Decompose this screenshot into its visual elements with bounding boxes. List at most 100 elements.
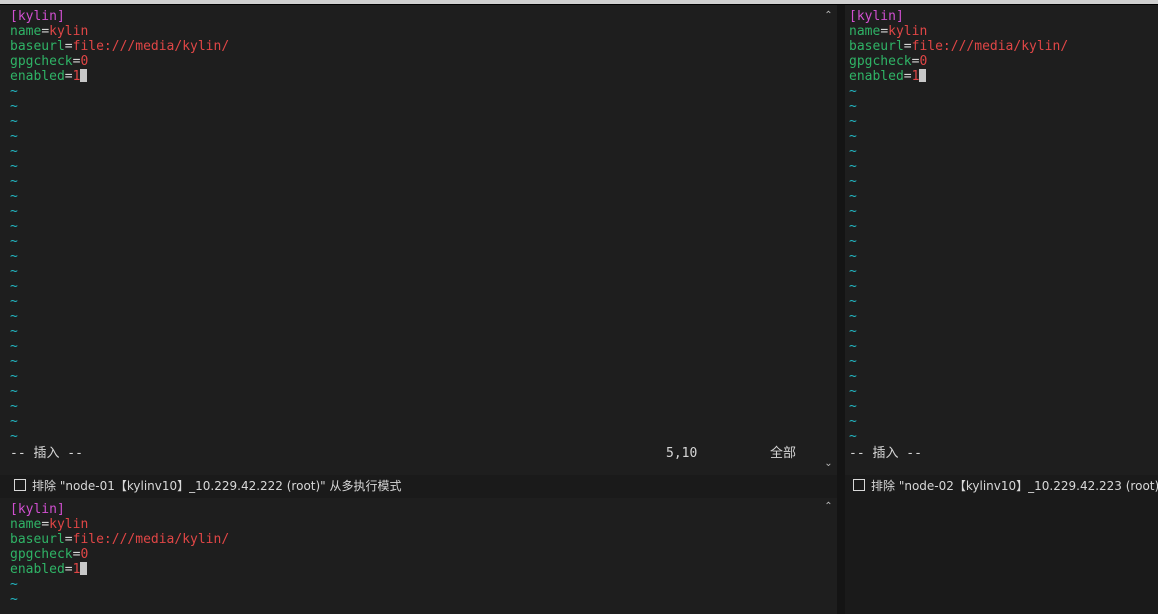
exclude-multi-exec-strip-node-02: 排除 "node-02【kylinv10】_10.229.42.223 (roo…: [845, 475, 1158, 498]
buffer-token: =: [41, 517, 50, 532]
scrollbar-node-01[interactable]: ⌃ ⌄: [820, 5, 837, 473]
empty-line-tilde: ~: [849, 219, 857, 234]
buffer-line: baseurl=file:///media/kylin/: [10, 532, 229, 547]
vim-scroll-position: 全部: [770, 446, 797, 461]
buffer-token: 0: [80, 547, 89, 562]
empty-line-tilde: ~: [10, 384, 18, 399]
buffer-line: [kylin]: [10, 9, 229, 24]
empty-line-tilde: ~: [849, 414, 857, 429]
empty-line-tilde: ~: [849, 129, 857, 144]
terminal-pane-node-01[interactable]: [kylin] name=kylin baseurl=file:///media/k…: [0, 5, 820, 473]
buffer-line: [kylin]: [10, 502, 229, 517]
buffer-token: =: [64, 39, 73, 54]
empty-line-tilde: ~: [849, 174, 857, 189]
buffer-token: baseurl: [849, 39, 904, 54]
empty-line-tilde: ~: [10, 294, 18, 309]
empty-line-tilde: ~: [10, 144, 18, 159]
buffer-token: [kylin]: [10, 502, 65, 517]
buffer-line: name=kylin: [849, 24, 1068, 39]
empty-line-tilde: ~: [10, 279, 18, 294]
buffer-line: baseurl=file:///media/kylin/: [10, 39, 229, 54]
buffer-token: =: [41, 24, 50, 39]
exclude-checkbox-node-02[interactable]: [853, 479, 865, 491]
buffer-token: kylin: [888, 24, 928, 39]
empty-line-tilde: ~: [10, 204, 18, 219]
buffer-line: gpgcheck=0: [849, 54, 1068, 69]
empty-line-tilde: ~: [10, 174, 18, 189]
vim-buffer: [kylin] name=kylin baseurl=file:///media/k…: [10, 9, 229, 444]
buffer-token: enabled: [849, 69, 904, 84]
buffer-token: file:///media/kylin/: [911, 39, 1069, 54]
empty-line-tilde: ~: [849, 309, 857, 324]
empty-line-tilde: ~: [849, 249, 857, 264]
vim-mode-indicator: -- 插入 --: [10, 446, 83, 461]
buffer-token: baseurl: [10, 532, 65, 547]
buffer-token: 0: [919, 54, 928, 69]
buffer-token: kylin: [49, 24, 89, 39]
scroll-up-icon[interactable]: ⌃: [820, 500, 837, 514]
buffer-token: name: [849, 24, 881, 39]
buffer-token: [kylin]: [849, 9, 904, 24]
empty-line-tilde: ~: [10, 399, 18, 414]
empty-line-tilde: ~: [849, 264, 857, 279]
scroll-up-icon[interactable]: ⌃: [820, 9, 837, 23]
buffer-token: 0: [80, 54, 89, 69]
empty-line-tilde: ~: [10, 99, 18, 114]
buffer-line: name=kylin: [10, 517, 229, 532]
buffer-token: 1: [911, 69, 920, 84]
empty-line-tilde: ~: [10, 309, 18, 324]
empty-line-tilde: ~: [849, 294, 857, 309]
empty-line-tilde: ~: [10, 592, 18, 607]
empty-line-tilde: ~: [849, 384, 857, 399]
empty-line-tilde: ~: [849, 204, 857, 219]
buffer-token: gpgcheck: [10, 547, 73, 562]
buffer-token: =: [903, 69, 912, 84]
empty-line-tilde: ~: [849, 324, 857, 339]
empty-line-tilde: ~: [10, 249, 18, 264]
empty-line-tilde: ~: [10, 324, 18, 339]
text-cursor: [80, 69, 88, 82]
empty-line-tilde: ~: [10, 339, 18, 354]
terminal-pane-node-03[interactable]: [kylin] name=kylin baseurl=file:///media/k…: [0, 498, 820, 614]
buffer-line: enabled=1: [849, 69, 1068, 84]
exclude-label-node-01: 排除 "node-01【kylinv10】_10.229.42.222 (roo…: [32, 479, 402, 493]
empty-line-tilde: ~: [10, 129, 18, 144]
buffer-token: file:///media/kylin/: [72, 532, 230, 547]
buffer-token: 1: [72, 562, 81, 577]
buffer-line: enabled=1: [10, 69, 229, 84]
terminal-pane-node-02[interactable]: [kylin] name=kylin baseurl=file:///media/k…: [845, 5, 1158, 473]
empty-line-tilde: ~: [849, 159, 857, 174]
scroll-down-icon[interactable]: ⌄: [820, 457, 837, 471]
pane-divider-vertical[interactable]: [837, 5, 845, 614]
empty-line-tilde: ~: [10, 354, 18, 369]
empty-line-tilde: ~: [10, 219, 18, 234]
empty-line-tilde: ~: [849, 99, 857, 114]
exclude-checkbox-node-01[interactable]: [14, 479, 26, 491]
empty-line-tilde: ~: [849, 339, 857, 354]
buffer-token: [kylin]: [10, 9, 65, 24]
buffer-token: =: [903, 39, 912, 54]
empty-line-tilde: ~: [849, 114, 857, 129]
empty-line-tilde: ~: [10, 189, 18, 204]
empty-line-tilde: ~: [849, 369, 857, 384]
vim-cursor-position: 5,10: [666, 446, 698, 461]
vim-buffer: [kylin] name=kylin baseurl=file:///media/k…: [10, 502, 229, 607]
empty-line-tilde: ~: [10, 369, 18, 384]
buffer-token: baseurl: [10, 39, 65, 54]
scrollbar-node-03[interactable]: ⌃: [820, 498, 837, 614]
empty-line-tilde: ~: [849, 354, 857, 369]
empty-line-tilde: ~: [849, 279, 857, 294]
text-cursor: [919, 69, 927, 82]
buffer-token: enabled: [10, 562, 65, 577]
empty-line-tilde: ~: [849, 429, 857, 444]
text-cursor: [80, 562, 88, 575]
buffer-token: name: [10, 24, 42, 39]
empty-line-tilde: ~: [849, 84, 857, 99]
empty-line-tilde: ~: [10, 234, 18, 249]
buffer-token: =: [64, 532, 73, 547]
buffer-token: 1: [72, 69, 81, 84]
buffer-line: [kylin]: [849, 9, 1068, 24]
empty-line-tilde: ~: [10, 114, 18, 129]
empty-line-tilde: ~: [10, 414, 18, 429]
buffer-token: =: [880, 24, 889, 39]
